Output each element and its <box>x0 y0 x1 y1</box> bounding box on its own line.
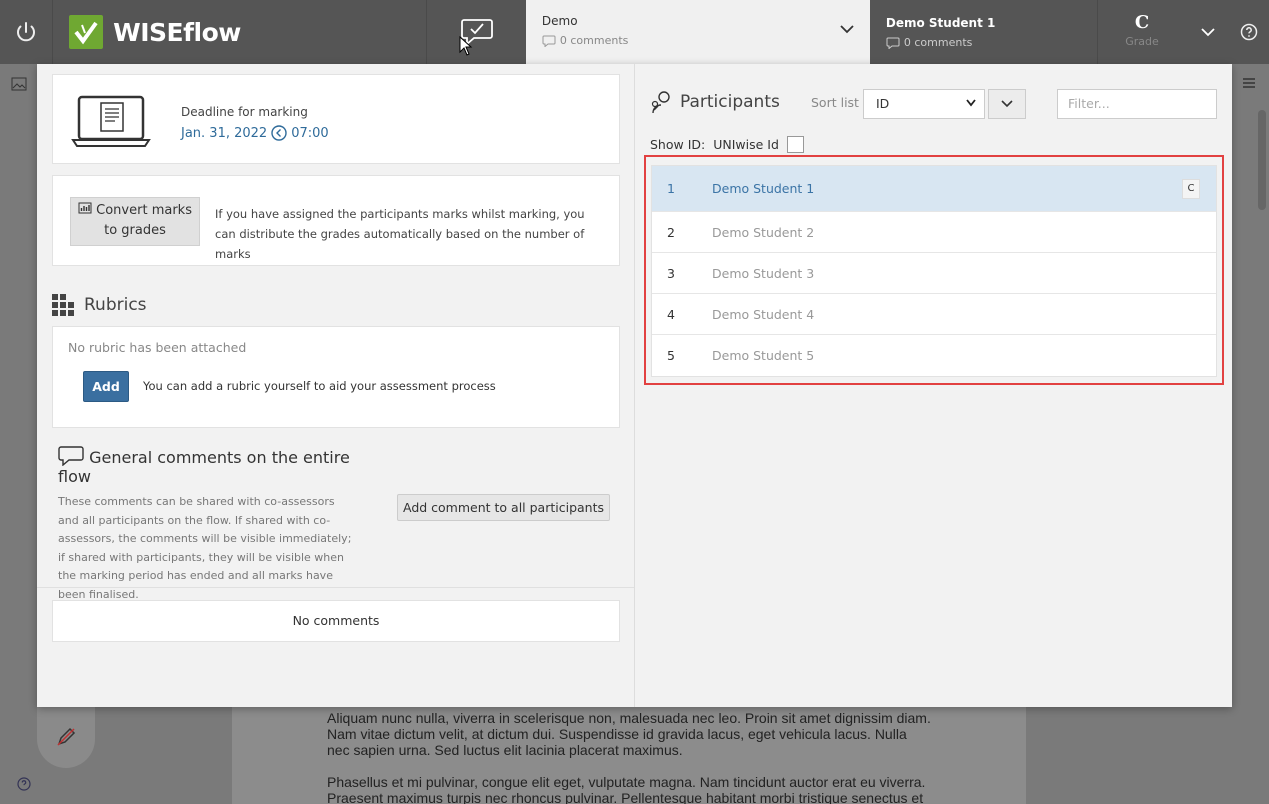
top-bar: WISEflow Demo 0 comments Demo Student 1 … <box>0 0 1269 64</box>
mouse-cursor-icon <box>459 36 473 56</box>
grade-value: C <box>1134 12 1150 33</box>
participants-heading: Participants <box>650 90 780 114</box>
power-icon <box>17 22 36 42</box>
comment-icon <box>886 37 900 49</box>
uniwise-id-label: UNIwise Id <box>713 137 779 152</box>
document-paragraph: Phasellus et mi pulvinar, congue elit eg… <box>327 774 926 804</box>
right-column: Participants Sort list ID Filter... Show… <box>635 64 1232 707</box>
grade-label: Grade <box>1125 35 1159 48</box>
rubric-card: No rubric has been attached Add You can … <box>52 326 620 428</box>
sort-select-value: ID <box>876 96 890 111</box>
participant-id: 2 <box>667 224 675 240</box>
add-rubric-description: You can add a rubric yourself to aid you… <box>143 379 496 393</box>
participant-id: 4 <box>667 306 675 322</box>
student-comments: 0 comments <box>886 36 1081 49</box>
background-sidebar <box>0 64 37 804</box>
participant-id: 1 <box>667 181 675 196</box>
participant-name: Demo Student 2 <box>712 224 815 240</box>
student-selector[interactable]: Demo Student 1 0 comments <box>870 0 1098 64</box>
add-comment-all-button[interactable]: Add comment to all participants <box>397 494 610 521</box>
logo-text: WISEflow <box>113 17 241 47</box>
participants-list: 1 Demo Student 1 C 2 Demo Student 2 3 De… <box>651 165 1217 377</box>
grade-display[interactable]: C Grade <box>1098 0 1187 64</box>
general-comments-heading: General comments on the entire flow <box>58 446 358 486</box>
participant-grade-badge: C <box>1182 179 1200 199</box>
laptop-icon <box>71 95 151 147</box>
power-button[interactable] <box>0 0 54 64</box>
convert-description: If you have assigned the participants ma… <box>215 207 585 261</box>
document-paragraph: Aliquam nunc nulla, viverra in scelerisq… <box>327 710 931 758</box>
help-icon <box>1241 23 1258 41</box>
marking-overview-panel: Deadline for marking Jan. 31, 2022 07:00… <box>37 64 1232 707</box>
annotation-tool-button[interactable] <box>37 706 95 768</box>
show-id-label: Show ID: <box>650 137 706 152</box>
bar-chart-icon <box>78 202 92 214</box>
image-icon[interactable] <box>11 77 27 91</box>
help-icon[interactable] <box>17 777 31 791</box>
no-rubric-text: No rubric has been attached <box>68 340 247 355</box>
participant-row[interactable]: 2 Demo Student 2 <box>652 212 1216 253</box>
uniwise-id-checkbox[interactable] <box>786 136 804 153</box>
convert-marks-card: Convert marks to grades If you have assi… <box>52 175 620 266</box>
grid-icon <box>52 294 74 316</box>
flow-comments-count: 0 comments <box>559 34 629 47</box>
left-column: Deadline for marking Jan. 31, 2022 07:00… <box>37 64 635 707</box>
menu-icon[interactable] <box>1242 77 1256 89</box>
participants-icon <box>651 91 670 114</box>
marking-button[interactable] <box>427 0 525 64</box>
speech-bubble-icon <box>58 446 84 467</box>
participant-name: Demo Student 3 <box>712 265 815 281</box>
filter-input[interactable]: Filter... <box>1057 89 1217 119</box>
convert-button-line2: to grades <box>104 223 166 238</box>
participant-name: Demo Student 4 <box>712 306 815 322</box>
clock-icon <box>271 125 287 141</box>
convert-marks-button[interactable]: Convert marks to grades <box>70 197 200 246</box>
scrollbar[interactable] <box>1258 110 1266 210</box>
rubrics-title: Rubrics <box>84 295 147 315</box>
grade-dropdown-button[interactable] <box>1186 0 1229 64</box>
divider <box>37 587 634 588</box>
show-id-row: Show ID: UNIwise Id <box>650 136 804 153</box>
chevron-down-icon <box>840 25 854 34</box>
flow-title: Demo <box>541 14 578 28</box>
student-comments-count: 0 comments <box>903 36 973 49</box>
chevron-down-icon <box>966 99 976 107</box>
no-comments-card: No comments <box>52 600 620 642</box>
sort-select[interactable]: ID <box>863 89 985 119</box>
chevron-down-icon <box>1001 100 1013 108</box>
rubrics-heading: Rubrics <box>52 294 147 316</box>
deadline-card: Deadline for marking Jan. 31, 2022 07:00 <box>52 74 620 164</box>
flow-comments: 0 comments <box>542 34 854 47</box>
participant-row[interactable]: 1 Demo Student 1 C <box>652 166 1216 212</box>
convert-button-line1: Convert marks <box>96 203 192 218</box>
help-button[interactable] <box>1230 0 1269 64</box>
participant-id: 5 <box>667 348 675 363</box>
participants-title: Participants <box>680 92 780 112</box>
student-title: Demo Student 1 <box>885 16 996 30</box>
deadline-label: Deadline for marking <box>181 105 308 119</box>
participant-id: 3 <box>667 265 675 281</box>
flow-selector[interactable]: Demo 0 comments <box>525 0 870 64</box>
participant-name: Demo Student 1 <box>712 181 815 196</box>
deadline-time: 07:00 <box>291 125 329 141</box>
participant-name: Demo Student 5 <box>712 348 815 363</box>
participant-row[interactable]: 4 Demo Student 4 <box>652 294 1216 335</box>
wiseflow-logo: WISEflow <box>53 0 428 64</box>
logo-mark-icon <box>69 15 104 49</box>
chevron-down-icon <box>1201 28 1215 37</box>
comment-icon <box>542 35 556 47</box>
sort-list-label: Sort list <box>811 95 859 110</box>
participant-row[interactable]: 5 Demo Student 5 <box>652 335 1216 376</box>
general-comments-title: General comments on the entire flow <box>58 448 350 486</box>
deadline-value: Jan. 31, 2022 07:00 <box>181 125 329 141</box>
deadline-date: Jan. 31, 2022 <box>181 125 268 141</box>
participant-row[interactable]: 3 Demo Student 3 <box>652 253 1216 294</box>
sort-direction-button[interactable] <box>988 89 1026 119</box>
pen-icon <box>57 727 76 746</box>
add-rubric-button[interactable]: Add <box>83 371 129 402</box>
